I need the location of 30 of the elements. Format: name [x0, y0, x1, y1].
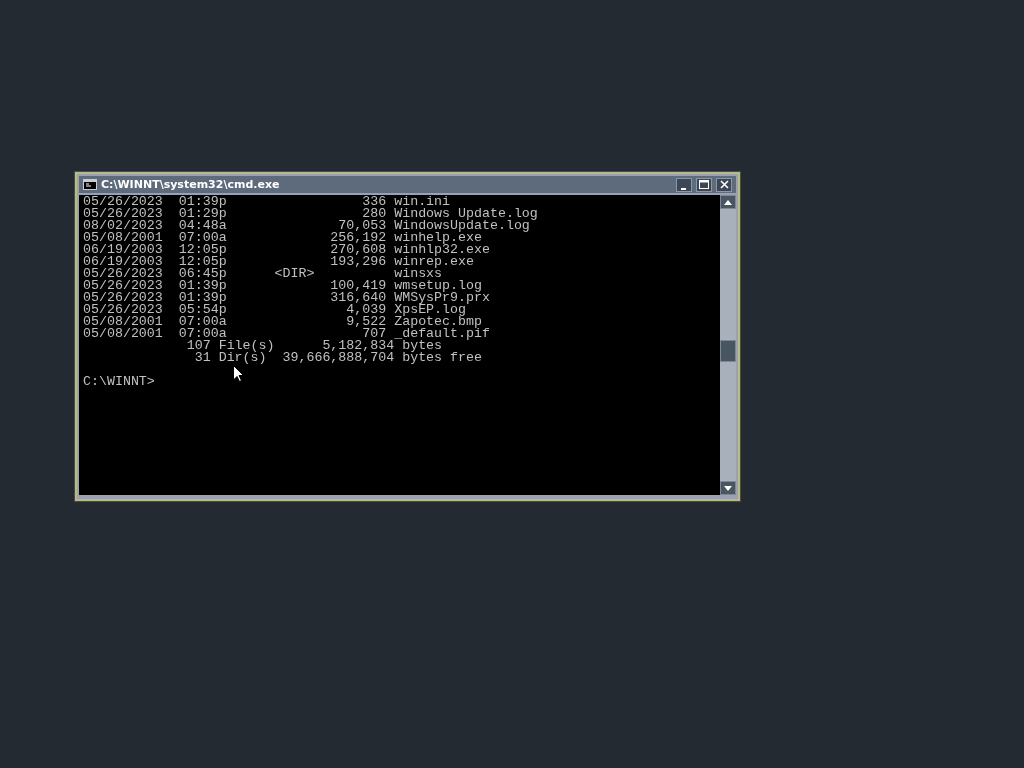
window-title: C:\WINNT\system32\cmd.exe: [101, 177, 281, 193]
minimize-button[interactable]: [676, 177, 692, 192]
close-icon: [719, 180, 729, 189]
console-line: 05/08/2001 07:00a 256,192 winhelp.exe: [83, 232, 482, 244]
console-line: 05/26/2023 01:39p 336 win.ini: [83, 196, 451, 208]
scrollbar-thumb[interactable]: [720, 340, 736, 362]
console-line: 05/08/2001 07:00a 9,522 Zapotec.bmp: [83, 316, 482, 328]
scrollbar[interactable]: [720, 195, 736, 495]
scroll-up-button[interactable]: [720, 195, 736, 209]
maximize-button[interactable]: [696, 177, 712, 192]
console-line: 05/08/2001 07:00a 707 _default.pif: [83, 328, 490, 340]
minimize-icon: [681, 187, 686, 190]
scroll-down-button[interactable]: [720, 481, 736, 495]
down-arrow-icon: [724, 485, 732, 491]
maximize-icon: [699, 180, 709, 189]
console-line: 107 File(s) 5,182,834 bytes: [185, 340, 443, 352]
console-line: 31 Dir(s) 39,666,888,704 bytes free: [193, 352, 482, 364]
console-line: 06/19/2003 12:05p 193,296 winrep.exe: [83, 256, 474, 268]
mouse-pointer-icon: [233, 365, 244, 382]
console-line: 05/26/2023 01:39p 316,640 WMSysPr9.prx: [83, 292, 490, 304]
console-line: 05/26/2023 06:45p <DIR> winsxs: [83, 268, 443, 280]
up-arrow-icon: [724, 199, 732, 205]
console-line: 06/19/2003 12:05p 270,608 winhlp32.exe: [83, 244, 490, 256]
console-icon: [83, 179, 97, 190]
console-line: 05/26/2023 01:39p 100,419 wmsetup.log: [83, 280, 482, 292]
console-line: 08/02/2023 04:48a 70,053 WindowsUpdate.log: [83, 220, 530, 232]
command-prompt: C:\WINNT>: [83, 376, 155, 388]
console-line: 05/26/2023 01:29p 280 Windows Update.log: [83, 208, 538, 220]
console-line: 05/26/2023 05:54p 4,039 XpsEP.log: [83, 304, 466, 316]
close-button[interactable]: [716, 177, 732, 192]
